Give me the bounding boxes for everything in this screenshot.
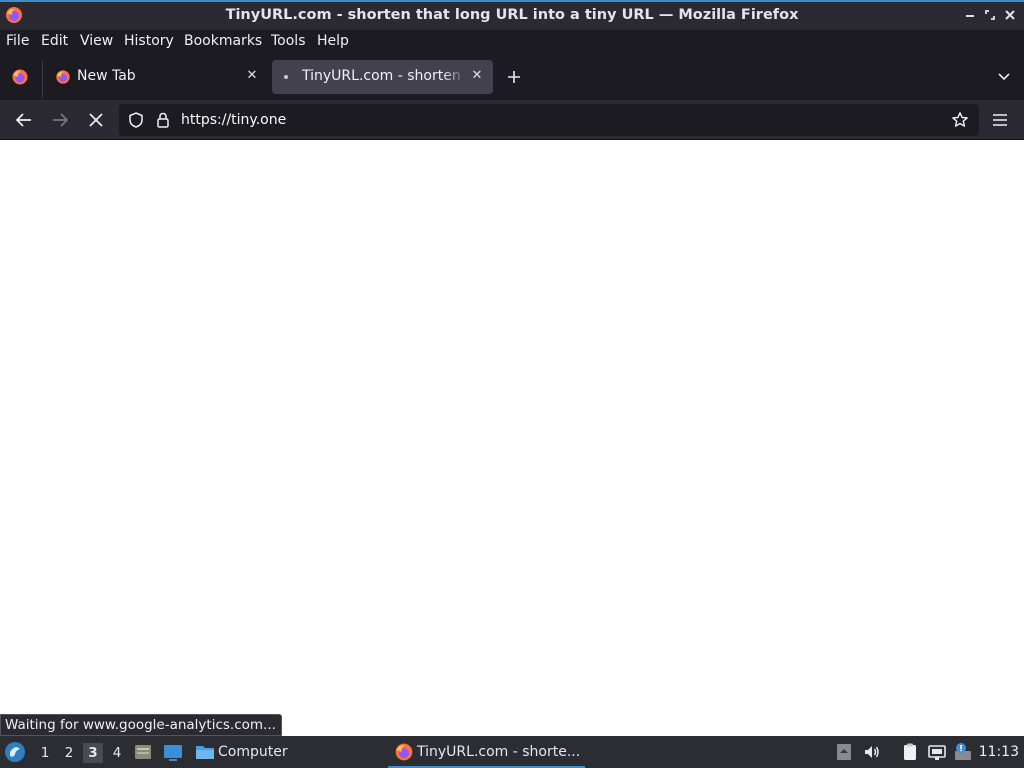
taskbar-label: Computer <box>218 744 288 760</box>
tracking-shield-icon[interactable] <box>127 111 145 129</box>
tray-up-arrow-icon[interactable] <box>834 742 854 762</box>
show-desktop-icon[interactable] <box>162 742 184 762</box>
loading-dot-icon <box>284 75 288 79</box>
menu-view[interactable]: View <box>80 33 113 49</box>
workspace-3[interactable]: 3 <box>83 743 103 763</box>
tab-new-tab[interactable]: New Tab ✕ <box>45 60 267 94</box>
forward-arrow-icon[interactable] <box>48 108 72 132</box>
menu-history[interactable]: History <box>124 33 174 49</box>
tab-label: New Tab <box>77 68 136 84</box>
network-icon[interactable] <box>927 742 947 762</box>
tab-bar: New Tab ✕ TinyURL.com - shorten that lon… <box>0 54 1024 100</box>
stop-icon[interactable] <box>84 108 108 132</box>
menu-edit[interactable]: Edit <box>41 33 68 49</box>
menu-tools[interactable]: Tools <box>271 33 306 49</box>
maximize-button[interactable] <box>982 7 998 23</box>
workspace-1[interactable]: 1 <box>35 743 55 763</box>
firefox-view-icon[interactable] <box>11 68 29 86</box>
close-tab-icon[interactable]: ✕ <box>244 68 260 84</box>
tab-label: TinyURL.com - shorten that long URL into… <box>302 68 467 84</box>
workspace-4[interactable]: 4 <box>107 743 127 763</box>
taskbar-firefox-window[interactable]: TinyURL.com - shorte... <box>388 736 585 768</box>
hamburger-menu-icon[interactable] <box>988 108 1012 132</box>
taskbar-computer[interactable]: Computer <box>192 736 292 768</box>
url-input[interactable] <box>181 110 881 130</box>
start-menu-icon[interactable] <box>4 741 26 763</box>
navigation-toolbar <box>0 100 1024 140</box>
menu-help[interactable]: Help <box>317 33 349 49</box>
back-arrow-icon[interactable] <box>12 108 36 132</box>
minimize-button[interactable] <box>962 7 978 23</box>
status-panel: Waiting for www.google-analytics.com... <box>0 714 282 736</box>
clock: 11:13 <box>978 744 1019 760</box>
workspace-2[interactable]: 2 <box>59 743 79 763</box>
window-title: TinyURL.com - shorten that long URL into… <box>225 7 799 23</box>
firefox-icon <box>394 742 414 762</box>
tab-tinyurl[interactable]: TinyURL.com - shorten that long URL into… <box>272 60 493 94</box>
bookmark-star-icon[interactable] <box>951 111 969 129</box>
lock-icon[interactable] <box>154 111 172 129</box>
window-titlebar: TinyURL.com - shorten that long URL into… <box>0 0 1024 30</box>
file-manager-icon[interactable] <box>133 742 153 762</box>
menu-bookmarks[interactable]: Bookmarks <box>184 33 262 49</box>
update-notifier-icon[interactable] <box>953 742 973 762</box>
url-bar[interactable] <box>119 104 979 136</box>
list-all-tabs-icon[interactable] <box>995 68 1013 86</box>
menu-bar: File Edit View History Bookmarks Tools H… <box>0 30 1024 54</box>
volume-icon[interactable] <box>862 742 882 762</box>
taskbar: 1 2 3 4 Computer TinyURL.com - shorte... <box>0 736 1024 768</box>
taskbar-label: TinyURL.com - shorte... <box>417 744 581 760</box>
menu-file[interactable]: File <box>6 33 29 49</box>
page-content[interactable] <box>0 141 1024 736</box>
tab-divider <box>42 60 43 98</box>
close-tab-icon[interactable]: ✕ <box>469 68 485 84</box>
folder-icon <box>195 743 215 761</box>
firefox-icon <box>55 69 71 85</box>
clipboard-icon[interactable] <box>900 742 920 762</box>
close-window-button[interactable] <box>1002 7 1018 23</box>
new-tab-button[interactable] <box>505 68 523 86</box>
